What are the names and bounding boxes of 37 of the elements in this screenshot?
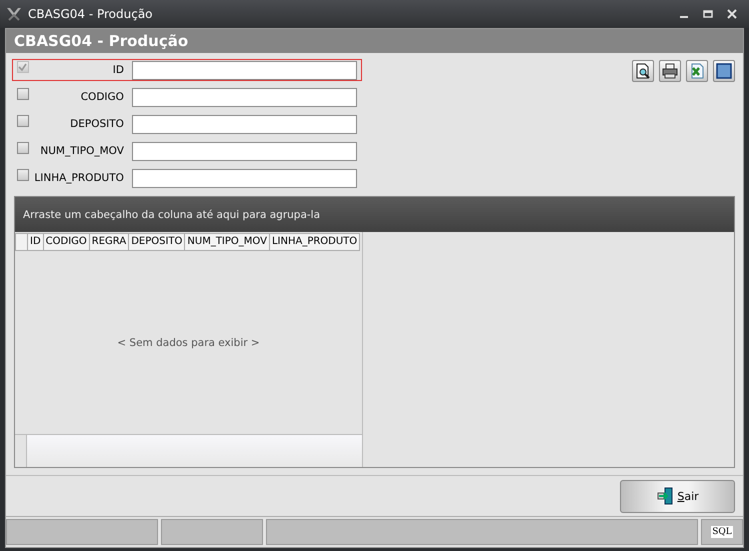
column-header[interactable]: REGRA — [90, 233, 130, 251]
sql-label[interactable]: SQL — [711, 526, 733, 538]
window-title: CBASG04 - Produção — [28, 7, 154, 21]
close-icon[interactable] — [727, 9, 737, 19]
column-header[interactable]: NUM_TIPO_MOV — [185, 233, 270, 251]
printer-icon — [662, 63, 678, 79]
filter-label: LINHA_PRODUTO — [33, 172, 124, 184]
checkbox[interactable] — [17, 142, 29, 154]
input-field[interactable] — [132, 88, 357, 106]
spreadsheet-icon — [689, 63, 705, 79]
maximize-icon[interactable] — [703, 9, 713, 19]
row-indicator-header — [15, 233, 28, 251]
filter-label: NUM_TIPO_MOV — [39, 145, 124, 157]
column-header[interactable]: DEPOSITO — [129, 233, 186, 251]
input-field[interactable] — [132, 114, 357, 134]
group-by-panel: Arraste um cabeçalho da coluna até aqui para agrupa-la — [15, 197, 734, 232]
square-icon — [716, 63, 732, 79]
app-logo-icon — [6, 6, 22, 22]
checkbox[interactable] — [17, 115, 29, 127]
filter-label: DEPOSITO — [69, 118, 124, 130]
toolbar-button[interactable] — [713, 60, 735, 82]
checkbox[interactable] — [17, 169, 29, 181]
input-field[interactable] — [132, 168, 357, 188]
form-header: CBASG04 - Produção — [6, 29, 743, 53]
column-header[interactable]: LINHA_PRODUTO — [270, 233, 360, 251]
document-magnifier-icon — [635, 63, 651, 79]
toolbar-button[interactable] — [659, 60, 681, 82]
checkbox[interactable] — [17, 88, 29, 100]
exit-button[interactable]: Sair — [620, 480, 735, 512]
toolbar-button[interactable] — [632, 60, 654, 82]
empty-message: < Sem dados para exibir > — [117, 336, 260, 348]
filter-label: ID — [112, 64, 124, 76]
filter-label: CODIGO — [80, 91, 124, 103]
column-header[interactable]: CODIGO — [44, 233, 90, 251]
input-field[interactable] — [132, 142, 357, 160]
door-exit-icon — [656, 487, 674, 505]
column-header[interactable]: ID — [28, 233, 44, 251]
